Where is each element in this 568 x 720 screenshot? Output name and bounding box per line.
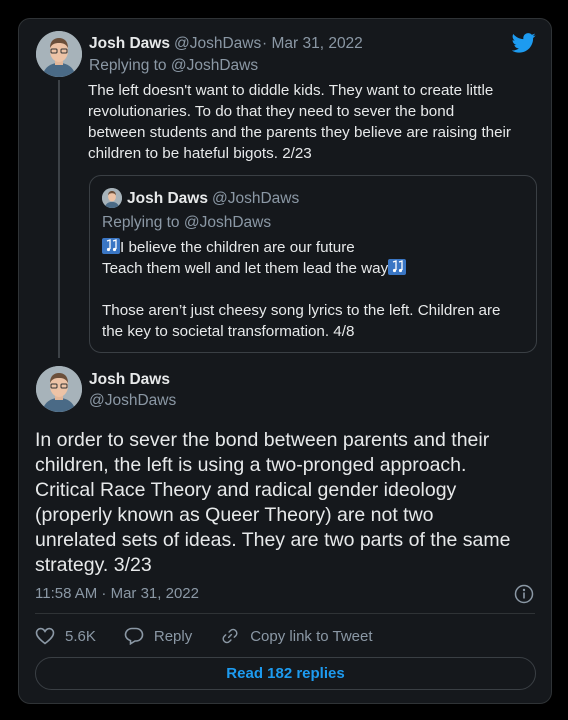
quoted-avatar xyxy=(102,188,122,208)
musical-notes-icon xyxy=(102,238,120,254)
author-handle[interactable]: @JoshDaws xyxy=(174,35,261,53)
main-tweet-text: In order to sever the bond between paren… xyxy=(35,428,535,578)
main-text-line: Critical Race Theory and radical gender … xyxy=(35,479,457,501)
replying-to[interactable]: Replying to @JoshDaws xyxy=(89,57,258,75)
author-name[interactable]: Josh Daws xyxy=(89,35,170,53)
quoted-author-name[interactable]: Josh Daws xyxy=(127,190,208,208)
tweet-actions: 5.6K Reply Copy link to Tweet xyxy=(35,625,401,647)
tweet-text-line: The left doesn't want to diddle kids. Th… xyxy=(88,82,494,99)
main-text-line: children, the left is using a two-pronge… xyxy=(35,454,467,476)
quoted-text-line: the key to societal transformation. 4/8 xyxy=(102,323,355,340)
like-count: 5.6K xyxy=(65,627,96,645)
avatar[interactable] xyxy=(36,31,82,77)
reply-button[interactable]: Reply xyxy=(124,627,192,645)
heart-icon xyxy=(35,627,55,645)
main-author-handle[interactable]: @JoshDaws xyxy=(89,392,176,410)
main-text-line: In order to sever the bond between paren… xyxy=(35,429,490,451)
like-button[interactable]: 5.6K xyxy=(35,627,96,645)
main-text-line: strategy. 3/23 xyxy=(35,554,152,576)
quoted-replying-to[interactable]: Replying to @JoshDaws xyxy=(102,214,271,232)
main-author-name[interactable]: Josh Daws xyxy=(89,371,170,389)
tweet-text-line: between students and the parents they be… xyxy=(88,124,511,141)
quoted-tweet-text: I believe the children are our future Te… xyxy=(102,237,532,342)
tweet-text-line: children to be hateful bigots. 2/23 xyxy=(88,145,312,162)
reply-icon xyxy=(124,627,144,645)
link-icon xyxy=(222,628,238,644)
main-text-line: unrelated sets of ideas. They are two pa… xyxy=(35,529,511,551)
main-text-line: (properly known as Queer Theory) are not… xyxy=(35,504,434,526)
divider xyxy=(35,613,535,614)
info-icon[interactable] xyxy=(514,584,534,604)
quoted-text-spacer xyxy=(102,279,532,300)
quoted-author-handle[interactable]: @JoshDaws xyxy=(212,190,299,208)
thread-line xyxy=(58,80,60,358)
reply-label: Reply xyxy=(153,627,193,645)
tweet-timestamp[interactable]: 11:58 AM · Mar 31, 2022 xyxy=(35,585,199,602)
main-avatar[interactable] xyxy=(36,366,82,412)
quoted-text-line: I believe the children are our future xyxy=(102,237,532,258)
read-replies-button[interactable]: Read 182 replies xyxy=(35,657,536,690)
quoted-text-lyric-1: I believe the children are our future xyxy=(120,239,355,256)
musical-notes-icon xyxy=(388,259,407,275)
tweet-text-line: revolutionaries. To do that they need to… xyxy=(88,103,455,120)
quoted-text-line: Teach them well and let them lead the wa… xyxy=(102,258,532,279)
quoted-text-line: Those aren’t just cheesy song lyrics to … xyxy=(102,302,501,319)
tweet-date[interactable]: · Mar 31, 2022 xyxy=(262,35,363,53)
tweet-text: The left doesn't want to diddle kids. Th… xyxy=(88,80,528,164)
copy-link-button[interactable]: Copy link to Tweet xyxy=(220,627,373,645)
quoted-text-lyric-2: Teach them well and let them lead the wa… xyxy=(102,260,389,277)
copy-link-label: Copy link to Tweet xyxy=(250,627,373,645)
twitter-bird-icon[interactable] xyxy=(512,33,536,53)
